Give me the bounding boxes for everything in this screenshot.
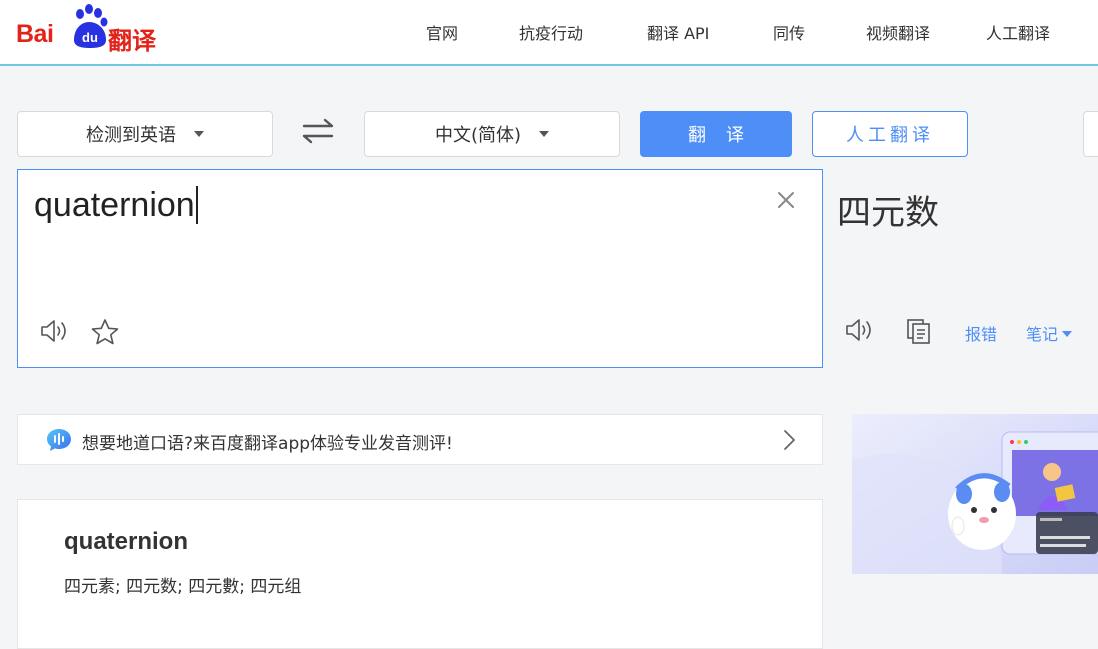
- source-text-value: quaternion: [34, 186, 195, 224]
- swap-languages-icon[interactable]: [300, 116, 336, 146]
- copy-icon[interactable]: [905, 317, 933, 345]
- translation-result: 四元数: [837, 193, 939, 233]
- human-translate-button[interactable]: 人工翻译: [812, 111, 968, 157]
- voice-app-icon: [47, 429, 71, 451]
- translate-button[interactable]: 翻译: [640, 111, 792, 157]
- target-language-label: 中文(简体): [434, 125, 522, 146]
- notes-dropdown[interactable]: 笔记: [1026, 321, 1073, 345]
- top-nav: 官网 抗疫行动 翻译 API 同传 视频翻译 人工翻译: [0, 20, 1098, 44]
- text-cursor: [195, 186, 198, 224]
- dictionary-card: quaternion 四元素; 四元数; 四元數; 四元组: [17, 499, 823, 649]
- source-text-panel[interactable]: quaternion: [17, 169, 823, 368]
- source-language-label: 检测到英语: [86, 125, 176, 146]
- close-icon[interactable]: [776, 190, 796, 210]
- speaker-icon[interactable]: [845, 317, 875, 343]
- extra-action-button[interactable]: [1083, 111, 1098, 157]
- source-text-input[interactable]: quaternion: [34, 186, 198, 225]
- speaker-icon[interactable]: [40, 318, 70, 344]
- nav-item-anti-epidemic[interactable]: 抗疫行动: [519, 20, 583, 44]
- chevron-down-icon: [194, 131, 204, 137]
- chevron-right-icon: [784, 430, 795, 450]
- nav-item-human-translate[interactable]: 人工翻译: [986, 20, 1050, 44]
- top-header: Bai du 翻译 官网 抗疫行动 翻译 API 同传 视频翻译 人工翻译: [0, 0, 1098, 66]
- chevron-down-icon: [539, 131, 550, 137]
- target-language-select[interactable]: 中文(简体): [364, 111, 620, 157]
- app-banner-illustration[interactable]: [852, 414, 1098, 574]
- nav-item-translate-api[interactable]: 翻译 API: [647, 20, 709, 44]
- dictionary-headword: quaternion: [64, 528, 188, 555]
- nav-item-official-site[interactable]: 官网: [426, 20, 458, 44]
- target-text-panel: 四元数 报错 笔记: [823, 169, 1098, 368]
- star-icon[interactable]: [90, 318, 120, 346]
- dictionary-meanings: 四元素; 四元数; 四元數; 四元组: [64, 577, 302, 597]
- chevron-down-icon: [1062, 331, 1073, 337]
- promo-text: 想要地道口语?来百度翻译app体验专业发音测评!: [82, 434, 453, 454]
- nav-item-video-translate[interactable]: 视频翻译: [866, 20, 930, 44]
- source-language-select[interactable]: 检测到英语: [17, 111, 273, 157]
- mascot-illustration: [852, 414, 1098, 574]
- app-promo-bar[interactable]: 想要地道口语?来百度翻译app体验专业发音测评!: [17, 414, 823, 465]
- nav-item-simultaneous[interactable]: 同传: [773, 20, 805, 44]
- notes-label: 笔记: [1026, 325, 1059, 344]
- report-error-link[interactable]: 报错: [965, 321, 997, 345]
